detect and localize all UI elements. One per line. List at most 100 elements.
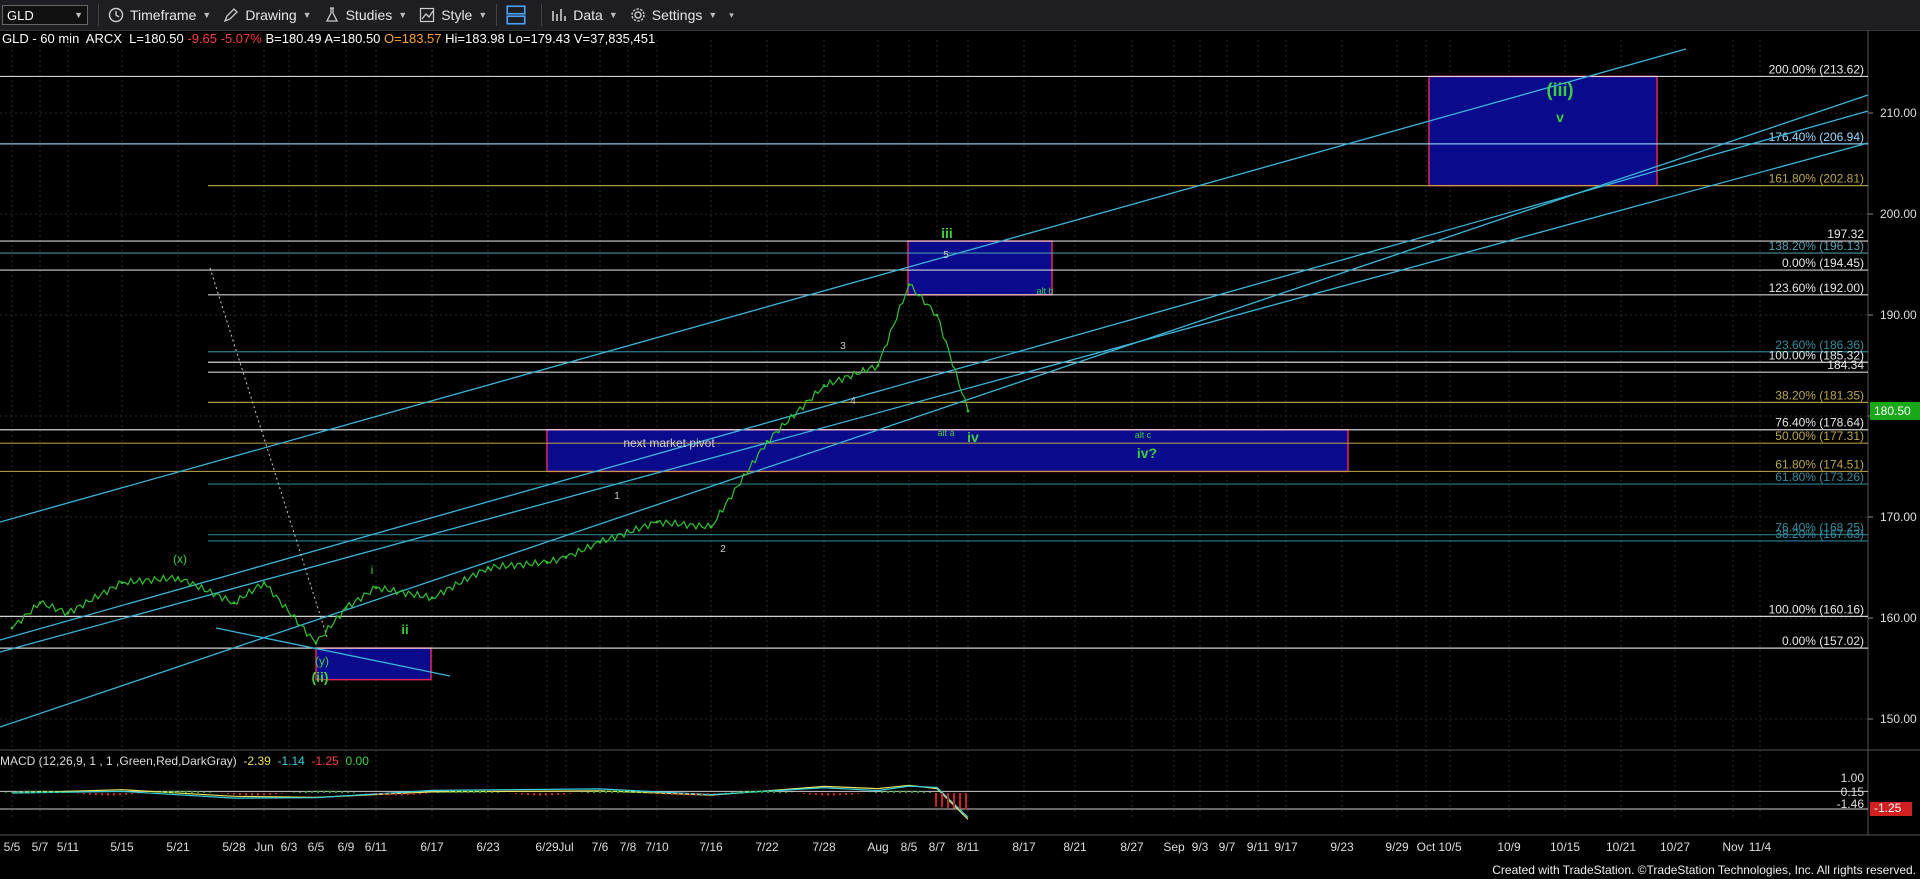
date-tick-label: 8/7 <box>929 840 946 854</box>
price-point <box>66 611 70 615</box>
macd-panel: 1.000.15-1.46 -1.25 <box>0 771 1912 820</box>
date-tick-label: 6/11 <box>365 840 388 854</box>
wave-label: ii <box>401 622 408 637</box>
fib-label: 184.34 <box>1827 358 1864 372</box>
signal-line <box>11 785 969 818</box>
date-tick-label: 8/17 <box>1012 840 1036 854</box>
date-tick-label: 9/3 <box>1192 840 1209 854</box>
date-tick-label: 10/21 <box>1606 840 1636 854</box>
date-tick-label: 6/29 <box>535 840 559 854</box>
date-tick-label: 6/17 <box>420 840 444 854</box>
date-tick-label: 6/3 <box>281 840 298 854</box>
price-point <box>232 601 236 605</box>
wave-label: 2 <box>720 544 726 555</box>
price-point <box>765 439 769 443</box>
fib-label: 176.40% (206.94) <box>1769 130 1864 144</box>
price-point <box>598 540 602 544</box>
price-point <box>655 520 659 524</box>
macd-title: MACD (12,26,9, 1 , 1 ,Green,Red,DarkGray… <box>0 754 237 768</box>
price-point <box>430 596 434 600</box>
macd-tick-label: 1.00 <box>1841 771 1865 785</box>
date-tick-label: 7/10 <box>645 840 669 854</box>
wave-label: i <box>371 563 374 577</box>
price-point <box>709 525 713 529</box>
channel-line <box>0 142 1869 653</box>
date-tick-label: 9/29 <box>1385 840 1409 854</box>
fib-label: 100.00% (160.16) <box>1769 602 1864 616</box>
date-tick-label: Nov <box>1722 840 1743 854</box>
date-tick-label: 8/21 <box>1063 840 1087 854</box>
wave-label: 5 <box>943 250 949 261</box>
fib-label: 38.20% (167.63) <box>1775 527 1864 541</box>
channel-line <box>0 94 1869 728</box>
date-tick-label: 8/27 <box>1120 840 1144 854</box>
fib-label: 76.40% (178.64) <box>1775 416 1864 430</box>
price-tick-label: 160.00 <box>1880 611 1917 625</box>
wave-label: alt b <box>1036 286 1053 296</box>
date-axis: 5/5 5/7 5/11 5/15 5/21 5/28 Jun 6/3 6/5 6/9 6/11 6/… <box>4 840 1772 854</box>
wave-label: (x) <box>173 552 187 566</box>
wave-label: alt a <box>937 428 954 438</box>
macd-value-1: -2.39 <box>243 754 271 768</box>
price-point <box>907 283 911 287</box>
date-tick-label: 5/15 <box>110 840 134 854</box>
price-point <box>38 601 42 605</box>
date-tick-label: Aug <box>867 840 888 854</box>
macd-value-2: -1.14 <box>277 754 305 768</box>
date-tick-label: 7/6 <box>592 840 609 854</box>
fib-label: 161.80% (202.81) <box>1769 172 1864 186</box>
target-boxes <box>315 75 1658 681</box>
wave-label: 1 <box>614 491 620 502</box>
date-tick-label: 7/28 <box>812 840 836 854</box>
price-point <box>966 409 970 413</box>
wave-label: next market pivot <box>623 436 715 450</box>
footer-credit: Created with TradeStation. ©TradeStation… <box>1492 863 1916 877</box>
date-tick-label: 8/11 <box>957 840 980 854</box>
date-tick-label: 7/8 <box>620 840 637 854</box>
price-point <box>176 576 180 579</box>
fib-label: 61.80% (173.26) <box>1775 470 1864 484</box>
target-box-ii <box>315 647 432 681</box>
date-tick-label: Oct <box>1417 840 1436 854</box>
date-tick-label: 10/15 <box>1550 840 1580 854</box>
price-point <box>935 313 939 317</box>
date-tick-label: Sep <box>1163 840 1185 854</box>
macd-value-4: 0.00 <box>345 754 369 768</box>
date-tick-label: 6/23 <box>476 840 500 854</box>
price-tick-label: 210.00 <box>1880 106 1917 120</box>
wave-label: iv <box>967 429 979 445</box>
date-tick-label: 8/5 <box>901 840 918 854</box>
wave-label: (ii) <box>311 669 328 685</box>
target-box-iii-small <box>907 240 1053 296</box>
last-price-text: 180.50 <box>1874 404 1911 418</box>
date-tick-label: 10/27 <box>1660 840 1690 854</box>
fib-label: 138.20% (196.13) <box>1769 239 1864 253</box>
wave-label: 4 <box>850 396 856 407</box>
date-tick-label: 9/7 <box>1219 840 1236 854</box>
price-point <box>374 586 378 590</box>
price-tick-label: 190.00 <box>1880 308 1917 322</box>
date-tick-label: 5/28 <box>222 840 246 854</box>
macd-tick-label: -1.25 <box>1874 801 1902 815</box>
fib-label: 50.00% (177.31) <box>1775 429 1864 443</box>
date-tick-label: 10/9 <box>1497 840 1521 854</box>
date-tick-label: 9/17 <box>1274 840 1298 854</box>
macd-value-3: -1.25 <box>311 754 339 768</box>
date-tick-label: 5/5 <box>4 840 21 854</box>
price-axis: 210.00200.00190.00180.00170.00160.00150.… <box>1868 106 1920 726</box>
price-tick-label: 170.00 <box>1880 510 1917 524</box>
price-point <box>314 641 318 645</box>
price-point <box>545 561 549 564</box>
date-tick-label: 10/5 <box>1438 840 1462 854</box>
dashed-connector <box>209 267 329 641</box>
price-point <box>262 581 266 585</box>
date-tick-label: 7/16 <box>699 840 723 854</box>
price-tick-label: 150.00 <box>1880 712 1917 726</box>
fib-label: 0.00% (194.45) <box>1782 256 1864 270</box>
date-tick-label: 11/4 <box>1749 840 1772 854</box>
macd-tick-label: -1.46 <box>1837 797 1865 811</box>
date-tick-label: 5/7 <box>32 840 49 854</box>
date-tick-label: 9/11 <box>1247 840 1270 854</box>
price-chart[interactable]: 200.00% (213.62)176.40% (206.94)161.80% … <box>0 0 1920 879</box>
wave-label: (y) <box>315 654 329 668</box>
